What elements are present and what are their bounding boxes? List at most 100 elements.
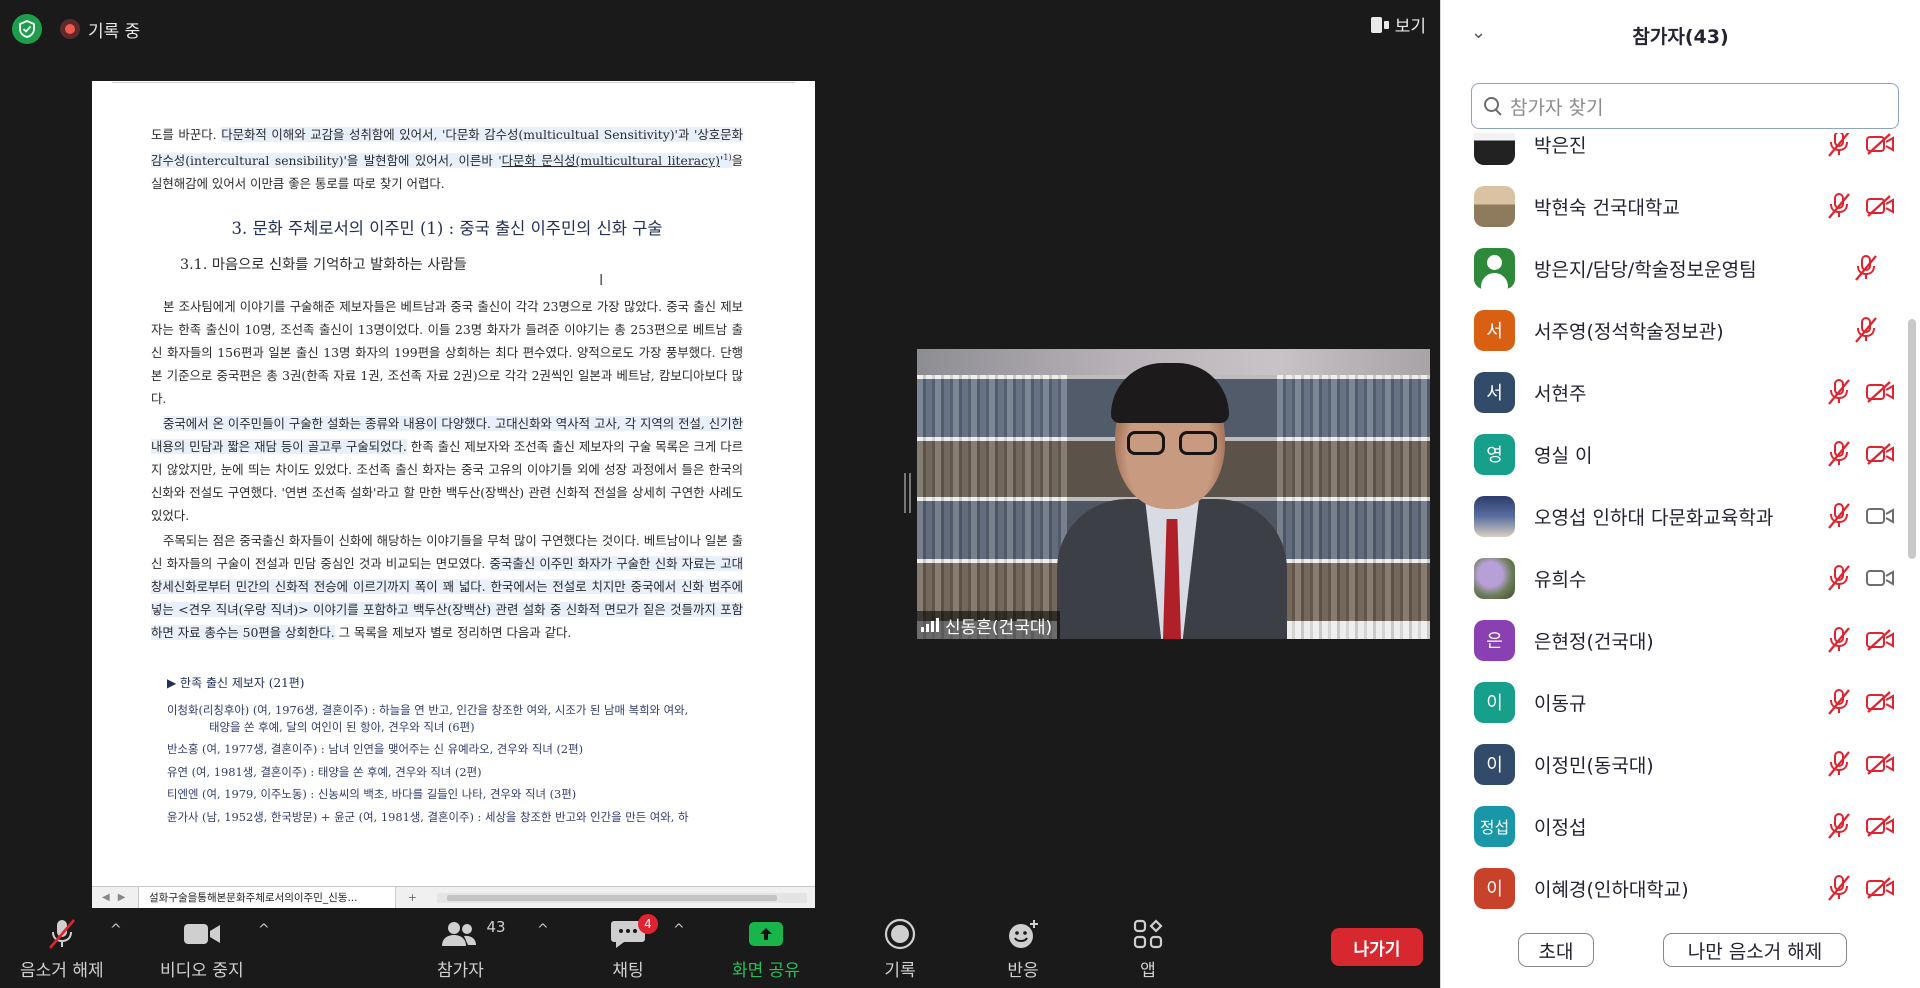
subsection-heading-3-1: 3.1. 마음으로 신화를 기억하고 발화하는 사람들 [180,257,467,274]
meeting-area: 기록 중 보기 도를 바꾼다. 다문화적 이해와 교감을 성취함에 있어서, '… [0,0,1440,988]
search-placeholder: 참가자 찾기 [1510,96,1604,119]
video-options-caret-icon[interactable]: ^ [258,922,270,938]
apps-icon [1132,918,1164,950]
participants-button[interactable]: 43 참가자 [437,918,506,981]
video-off-icon [1865,194,1895,218]
participant-row[interactable]: 방은지/담당/학술정보운영팀 [1441,237,1907,299]
mic-muted-icon [1853,254,1879,282]
participant-row[interactable]: 정섭 이정섭 [1441,795,1907,857]
paragraph-1: 본 조사팀에게 이야기를 구술해준 제보자들은 베트남과 중국 출신이 각각 2… [151,299,743,407]
mic-muted-icon [1826,378,1852,406]
unmute-me-button[interactable]: 나만 음소거 해제 [1663,933,1847,967]
unmute-button[interactable]: 음소거 해제 [20,918,104,981]
participant-row[interactable]: 서 서주영(정석학술정보관) [1441,299,1907,361]
reactions-label: 반응 [1007,961,1039,981]
participants-caret-icon[interactable]: ^ [537,922,549,938]
participant-row[interactable]: 유희수 [1441,547,1907,609]
participant-avatar: 이 [1474,681,1515,723]
nav-left-icon[interactable]: ◀ [102,892,110,903]
muted-mic-icon [44,918,80,950]
sheet-nav-arrows[interactable]: ◀ ▶ [92,892,138,903]
recording-label: 기록 중 [88,21,141,42]
audio-options-caret-icon[interactable]: ^ [110,922,122,938]
scrollbar-thumb[interactable] [1908,319,1916,559]
add-sheet-icon[interactable]: + [396,892,429,904]
video-off-icon [1865,442,1895,466]
participant-name: 이정섭 [1534,816,1587,839]
video-off-icon [1865,690,1895,714]
share-screen-label: 화면 공유 [732,961,800,981]
speaker-video-tile[interactable]: 신동흔(건국대) [917,349,1430,639]
participant-search-input[interactable]: 참가자 찾기 [1471,83,1899,129]
video-off-icon [1865,628,1895,652]
panel-splitter-handle[interactable] [904,473,911,513]
participant-row[interactable]: 영 영실 이 [1441,423,1907,485]
share-screen-icon [748,918,783,950]
participants-panel: ⌄ 참가자(43) 참가자 찾기 박은진 박현숙 건국대학교 방은지/담당/학술정보… [1440,0,1920,988]
mic-muted-icon [1826,192,1852,220]
participants-icon: 43 [440,918,506,950]
sheet-tab[interactable]: 설화구술을통해본문화주체로서의이주민_신동... [138,886,396,908]
participant-row[interactable]: 박현숙 건국대학교 [1441,175,1907,237]
horizontal-scrollbar[interactable] [436,892,807,903]
mic-muted-icon [1853,316,1879,344]
video-off-icon [1865,133,1895,156]
intro-footnote-mark: '1) [719,153,732,169]
participant-name: 영실 이 [1534,444,1593,467]
intro-underlined: 다문화 문식성(multicultural literacy) [501,153,720,169]
view-button[interactable]: 보기 [1370,12,1426,37]
participant-list-scrollbar[interactable] [1908,133,1916,909]
mic-muted-icon [1826,626,1852,654]
participant-avatar: 이 [1474,743,1515,785]
participant-row[interactable]: 서 서현주 [1441,361,1907,423]
paragraph-3-rest: 그 목록을 제보자 별로 정리하면 다음과 같다. [334,625,572,641]
recording-indicator[interactable]: 기록 중 [60,17,140,42]
chat-caret-icon[interactable]: ^ [673,922,685,938]
signal-strength-icon [921,618,939,632]
mic-muted-icon [1826,750,1852,778]
participant-row[interactable]: 이 이정민(동국대) [1441,733,1907,795]
view-label: 보기 [1394,17,1426,37]
text-cursor-icon: I [599,271,604,289]
share-screen-button[interactable]: 화면 공유 [732,918,800,981]
participant-row[interactable]: 은 은현정(건국대) [1441,609,1907,671]
collapse-chevron-icon[interactable]: ⌄ [1471,22,1486,43]
panel-footer: 초대 나만 음소거 해제 [1441,920,1920,980]
participant-name: 오영섭 인하대 다문화교육학과 [1534,506,1774,529]
participant-name: 이혜경(인하대학교) [1534,878,1689,901]
reactions-smiley-icon [1006,918,1040,950]
chat-button[interactable]: 4 채팅 [610,914,658,981]
participant-row[interactable]: 이 이동규 [1441,671,1907,733]
mic-muted-icon [1826,874,1852,902]
section-heading-3: 3. 문화 주체로서의 이주민 (1) : 중국 출신 이주민의 신화 구술 [231,219,663,239]
participant-row[interactable]: 이 이혜경(인하대학교) [1441,857,1907,909]
recording-dot-icon [60,19,80,39]
stop-video-label: 비디오 중지 [160,961,244,981]
participant-row[interactable]: 박은진 [1441,133,1907,175]
paragraph-2: 중국에서 온 이주민들이 구술한 설화는 종류와 내용이 다양했다. 고대신화와… [151,412,743,527]
stop-video-button[interactable]: 비디오 중지 [160,918,244,981]
video-camera-icon [182,918,222,950]
nav-right-icon[interactable]: ▶ [118,892,126,903]
participants-count: 43 [486,918,506,936]
apps-label: 앱 [1140,961,1156,981]
record-label: 기록 [884,961,916,981]
invite-button[interactable]: 초대 [1518,933,1594,967]
record-button[interactable]: 기록 [884,918,916,981]
participant-row[interactable]: 오영섭 인하대 다문화교육학과 [1441,485,1907,547]
sheet-tab-bar: ◀ ▶ 설화구술을통해본문화주체로서의이주민_신동... + [92,886,815,908]
mic-muted-icon [1826,564,1852,592]
participant-name: 서주영(정석학술정보관) [1534,320,1724,343]
leave-button[interactable]: 나가기 [1331,928,1423,966]
security-shield-icon[interactable] [12,14,42,44]
mic-muted-icon [1826,688,1852,716]
apps-button[interactable]: 앱 [1132,918,1164,981]
reactions-button[interactable]: 반응 [1006,918,1040,981]
participant-name: 이동규 [1534,692,1587,715]
participant-avatar: 정섭 [1474,805,1515,847]
speaker-figure [1057,363,1287,639]
participant-avatar [1474,495,1515,537]
participant-name: 유희수 [1534,568,1587,591]
view-layout-icon [1370,16,1389,33]
participant-name: 서현주 [1534,382,1587,405]
